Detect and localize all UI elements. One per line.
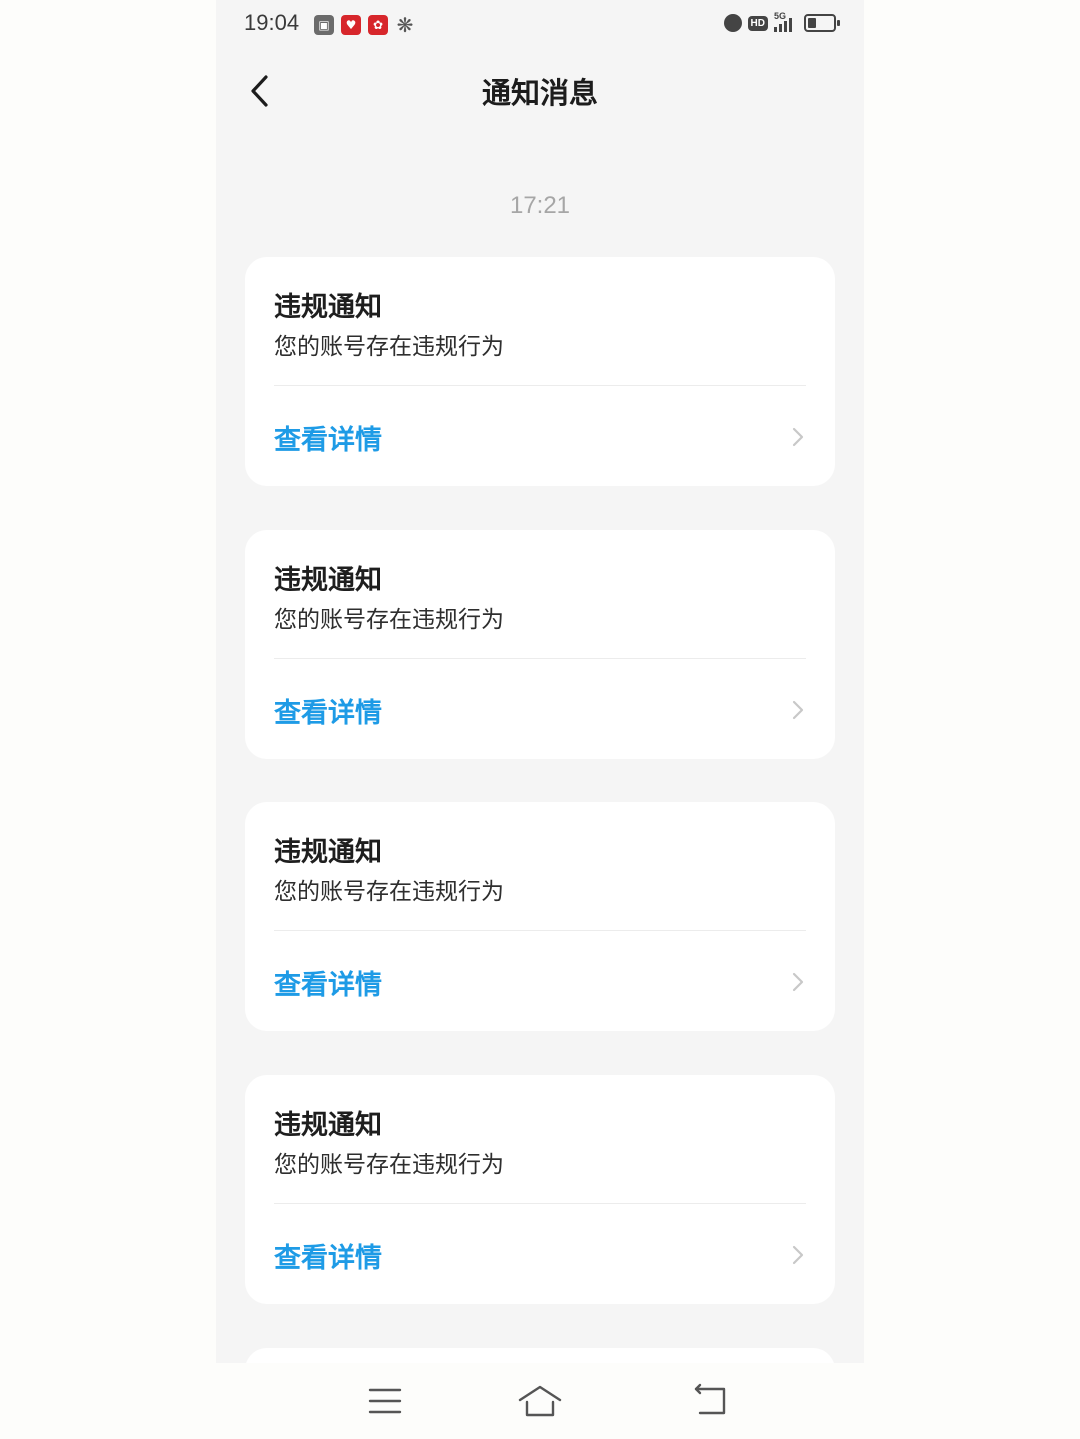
battery-icon [804, 14, 840, 32]
notification-body: 您的账号存在违规行为 [274, 879, 504, 905]
back-nav-icon[interactable] [688, 1383, 734, 1419]
app-notification-icon: ✿ [368, 15, 388, 35]
phone-screen: 19:04 ▣ ♥ ✿ ❋ HD 5G 通知消息 17:21 违规通知 您的账号… [216, 0, 864, 1363]
notification-body: 您的账号存在违规行为 [274, 607, 504, 633]
notification-title: 违规通知 [274, 837, 382, 868]
nav-header: 通知消息 [216, 50, 864, 132]
status-app-icons: ▣ ♥ ✿ ❋ [314, 13, 415, 37]
app-notification-icon: ❋ [396, 13, 414, 37]
system-nav-bar [216, 1363, 864, 1439]
signal-icon: 5G [774, 11, 792, 32]
chevron-right-icon [791, 971, 805, 993]
message-timestamp: 17:21 [509, 192, 571, 219]
view-details-label: 查看详情 [274, 970, 382, 1001]
view-details-button[interactable]: 查看详情 [245, 1204, 835, 1304]
notification-title: 违规通知 [274, 565, 382, 596]
notification-title: 违规通知 [274, 1110, 382, 1141]
page: 19:04 ▣ ♥ ✿ ❋ HD 5G 通知消息 17:21 违规通知 您的账号… [0, 0, 1080, 1439]
app-notification-icon: ♥ [341, 15, 361, 35]
notification-card: 违规通知 您的账号存在违规行为 查看详情 [245, 802, 835, 1031]
status-bar: 19:04 ▣ ♥ ✿ ❋ HD 5G [216, 0, 864, 50]
chevron-right-icon [791, 1244, 805, 1266]
view-details-label: 查看详情 [274, 1243, 382, 1274]
battery-level [808, 18, 816, 28]
home-icon[interactable] [517, 1383, 563, 1419]
app-notification-icon: ▣ [314, 15, 334, 35]
alarm-icon [723, 14, 742, 32]
hd-icon: HD [747, 15, 768, 31]
status-time: 19:04 [244, 10, 300, 35]
view-details-button[interactable]: 查看详情 [245, 659, 835, 759]
view-details-label: 查看详情 [274, 698, 382, 729]
view-details-button[interactable]: 查看详情 [245, 386, 835, 486]
page-title: 通知消息 [481, 76, 598, 110]
notification-body: 您的账号存在违规行为 [274, 1152, 504, 1178]
chevron-right-icon [791, 699, 805, 721]
menu-icon[interactable] [362, 1383, 408, 1419]
notification-card: 违规通知 您的账号存在违规行为 查看详情 [245, 1075, 835, 1304]
status-indicators: HD 5G [723, 11, 840, 32]
notification-title: 违规通知 [274, 292, 382, 323]
chevron-right-icon [791, 426, 805, 448]
notification-card: 违规通知 您的账号存在违规行为 查看详情 [245, 257, 835, 486]
view-details-label: 查看详情 [274, 425, 382, 456]
view-details-button[interactable]: 查看详情 [245, 931, 835, 1031]
notification-card: 违规通知 您的账号存在违规行为 查看详情 [245, 530, 835, 759]
notification-body: 您的账号存在违规行为 [274, 334, 504, 360]
notification-card [245, 1348, 835, 1363]
